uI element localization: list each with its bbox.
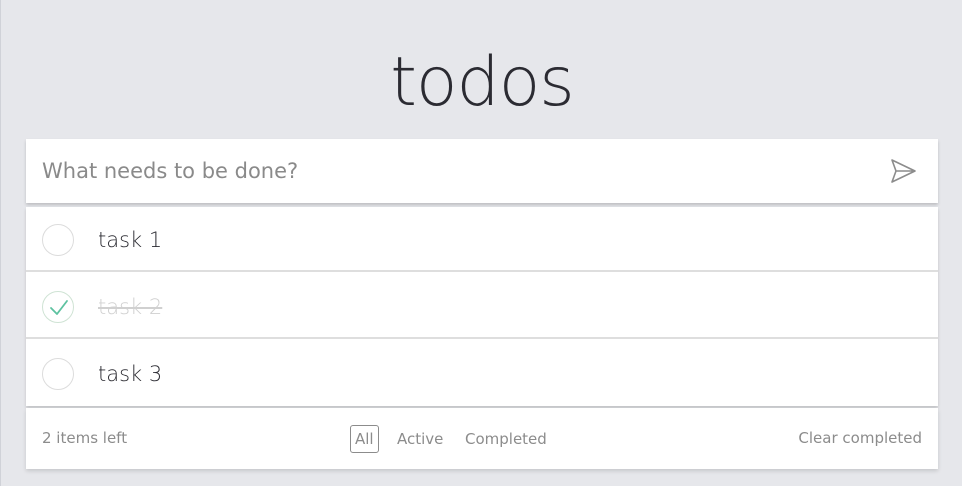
todo-toggle[interactable] bbox=[42, 291, 74, 323]
checkmark-icon bbox=[50, 300, 68, 315]
filter-all[interactable]: All bbox=[350, 425, 379, 453]
todo-list: task 1 task 2 task 3 bbox=[26, 207, 938, 406]
todo-item: task 1 bbox=[26, 207, 938, 272]
items-left-count: 2 items left bbox=[42, 429, 128, 447]
clear-completed-button[interactable]: Clear completed bbox=[798, 428, 922, 449]
todo-item: task 3 bbox=[26, 341, 938, 406]
todo-label[interactable]: task 3 bbox=[98, 358, 162, 390]
submit-button[interactable] bbox=[888, 156, 918, 186]
todo-toggle[interactable] bbox=[42, 358, 74, 390]
todo-label[interactable]: task 1 bbox=[98, 224, 162, 256]
filter-completed[interactable]: Completed bbox=[460, 425, 552, 453]
new-todo-input[interactable] bbox=[26, 139, 876, 203]
page-frame: todos task 1 task 2 task 3 2 it bbox=[0, 0, 962, 486]
todo-label[interactable]: task 2 bbox=[98, 291, 162, 323]
todo-toggle[interactable] bbox=[42, 224, 74, 256]
app-title: todos bbox=[390, 43, 574, 122]
filter-active[interactable]: Active bbox=[392, 425, 448, 453]
new-todo-bar bbox=[26, 139, 938, 203]
send-icon bbox=[891, 159, 916, 183]
todo-item-completed: task 2 bbox=[26, 274, 938, 339]
todo-footer: 2 items left All Active Completed Clear … bbox=[26, 408, 938, 469]
